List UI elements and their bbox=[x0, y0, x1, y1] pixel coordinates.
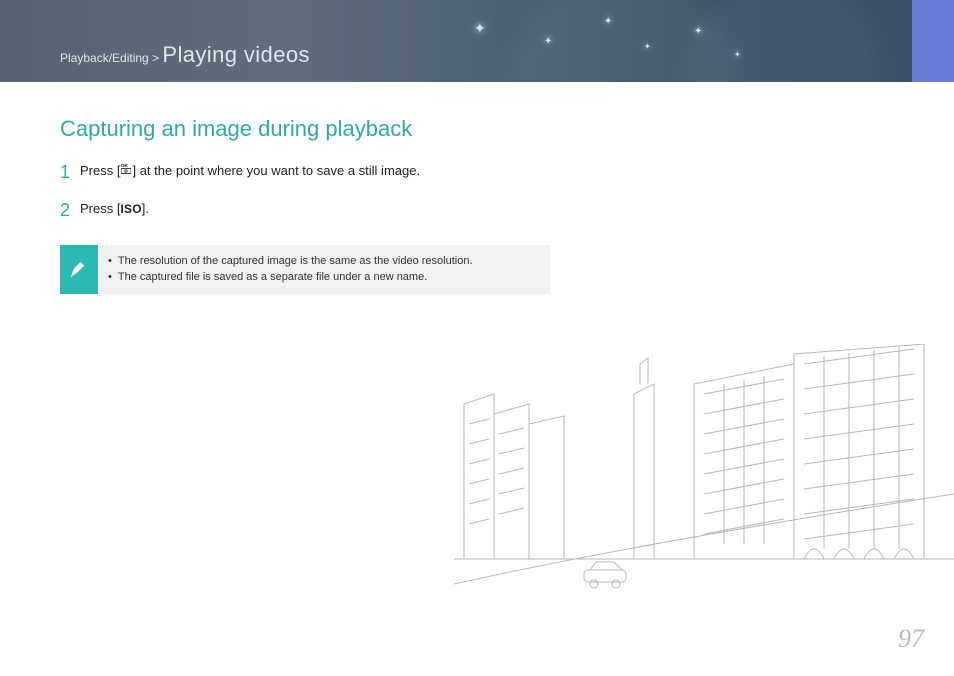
step-post: ]. bbox=[142, 201, 149, 216]
step-text: Press [ISO]. bbox=[80, 198, 149, 222]
step-pre: Press [ bbox=[80, 163, 120, 178]
note-item: The resolution of the captured image is … bbox=[108, 253, 473, 270]
note-list: The resolution of the captured image is … bbox=[98, 245, 483, 294]
step-2: 2 Press [ISO]. bbox=[60, 198, 520, 222]
ok-record-icon: OK bbox=[120, 162, 132, 179]
pen-icon bbox=[60, 245, 98, 294]
header-banner: ✦ ✦ ✦ ✦ ✦ ✦ Playback/Editing > Playing v… bbox=[0, 0, 954, 82]
breadcrumb-section: Playback/Editing bbox=[60, 51, 149, 65]
note-box: The resolution of the captured image is … bbox=[60, 245, 550, 294]
iso-icon: ISO bbox=[120, 202, 141, 216]
step-post: ] at the point where you want to save a … bbox=[132, 163, 420, 178]
breadcrumb: Playback/Editing > Playing videos bbox=[60, 42, 310, 68]
step-text: Press [OK] at the point where you want t… bbox=[80, 160, 420, 184]
step-pre: Press [ bbox=[80, 201, 120, 216]
step-number: 1 bbox=[60, 160, 80, 184]
step-number: 2 bbox=[60, 198, 80, 222]
note-item: The captured file is saved as a separate… bbox=[108, 269, 473, 286]
sparkle-decoration: ✦ ✦ ✦ ✦ ✦ ✦ bbox=[434, 8, 834, 78]
section-heading: Capturing an image during playback bbox=[60, 116, 520, 142]
city-illustration bbox=[454, 344, 954, 604]
svg-text:OK: OK bbox=[121, 163, 129, 168]
step-1: 1 Press [OK] at the point where you want… bbox=[60, 160, 520, 184]
page-number: 97 bbox=[898, 624, 924, 654]
page-title: Playing videos bbox=[162, 42, 309, 67]
main-content: Capturing an image during playback 1 Pre… bbox=[0, 82, 580, 294]
breadcrumb-sep: > bbox=[149, 51, 163, 65]
side-tab bbox=[912, 0, 954, 82]
